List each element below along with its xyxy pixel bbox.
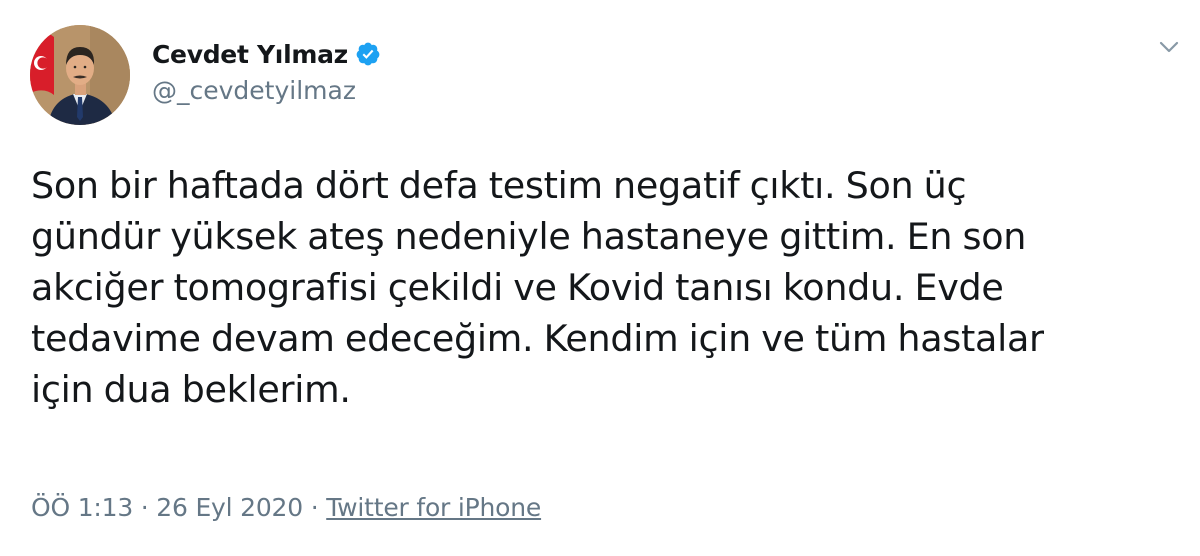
author-display-name[interactable]: Cevdet Yılmaz xyxy=(152,40,348,69)
verified-badge-icon xyxy=(355,41,381,67)
chevron-down-icon[interactable] xyxy=(1156,36,1182,58)
tweet-card: Cevdet Yılmaz @_cevdetyilmaz Son bir haf… xyxy=(0,0,1200,556)
tweet-time[interactable]: ÖÖ 1:13 xyxy=(31,493,133,522)
tweet-source-link[interactable]: Twitter for iPhone xyxy=(326,493,541,522)
tweet-date[interactable]: 26 Eyl 2020 xyxy=(156,493,303,522)
author-name-row: Cevdet Yılmaz xyxy=(152,34,381,74)
meta-separator: · xyxy=(302,493,327,522)
author-handle[interactable]: @_cevdetyilmaz xyxy=(152,76,356,105)
meta-separator: · xyxy=(133,493,157,522)
avatar-photo xyxy=(30,25,130,125)
tweet-meta: ÖÖ 1:13 · 26 Eyl 2020 · Twitter for iPho… xyxy=(31,493,541,522)
avatar[interactable] xyxy=(30,25,130,125)
tweet-text: Son bir haftada dört defa testim negatif… xyxy=(31,164,1044,411)
